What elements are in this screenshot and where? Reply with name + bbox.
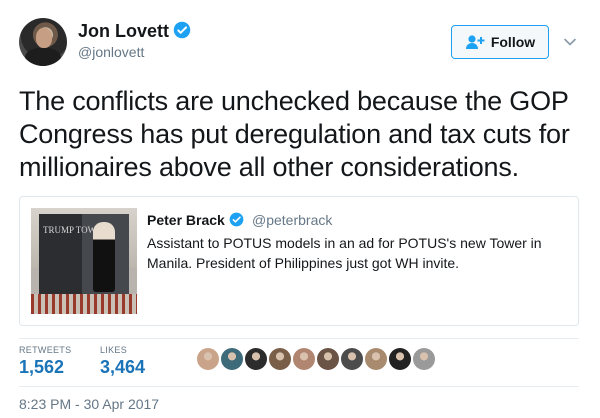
add-user-icon	[465, 35, 485, 49]
liker-avatar[interactable]	[413, 348, 435, 370]
chevron-down-icon[interactable]	[562, 34, 578, 50]
retweets-label: RETWEETS	[19, 345, 72, 355]
follow-label: Follow	[490, 34, 536, 50]
liker-avatar[interactable]	[365, 348, 387, 370]
quote-author-name[interactable]: Peter Brack	[147, 212, 225, 228]
retweets-count[interactable]: 1,562	[19, 357, 64, 378]
liker-avatar[interactable]	[245, 348, 267, 370]
author-name[interactable]: Jon Lovett	[78, 21, 169, 41]
liker-avatar[interactable]	[221, 348, 243, 370]
divider	[19, 338, 579, 339]
liker-avatar[interactable]	[317, 348, 339, 370]
liker-avatar[interactable]	[341, 348, 363, 370]
avatar-face	[36, 28, 52, 48]
quoted-tweet-image[interactable]: TRUMP TOWER	[31, 208, 137, 314]
likes-label: LIKES	[100, 345, 128, 355]
follow-button[interactable]: Follow	[451, 25, 549, 59]
avatar[interactable]	[19, 18, 67, 66]
verified-badge-icon	[229, 212, 244, 227]
verified-badge-icon	[173, 21, 191, 39]
tweet-text: The conflicts are unchecked because the …	[19, 86, 570, 182]
avatar-shirt	[25, 48, 61, 66]
author-handle[interactable]: @jonlovett	[78, 44, 144, 60]
author-name-row[interactable]: Jon Lovett	[78, 21, 191, 42]
timestamp[interactable]: 8:23 PM - 30 Apr 2017	[19, 396, 159, 412]
scaffolding	[31, 294, 137, 314]
divider	[19, 386, 579, 387]
quote-author-handle[interactable]: @peterbrack	[252, 212, 332, 228]
quote-text: Assistant to POTUS models in an ad for P…	[147, 235, 542, 271]
liker-avatar[interactable]	[293, 348, 315, 370]
quoted-tweet[interactable]: TRUMP TOWER Peter Brack @peterbrack Assi…	[19, 196, 579, 326]
liker-avatar[interactable]	[197, 348, 219, 370]
liker-avatar[interactable]	[269, 348, 291, 370]
billboard-figure	[93, 222, 115, 292]
liker-avatars	[197, 348, 435, 370]
liker-avatar[interactable]	[389, 348, 411, 370]
likes-count[interactable]: 3,464	[100, 357, 145, 378]
quote-author-row[interactable]: Peter Brack	[147, 212, 244, 228]
